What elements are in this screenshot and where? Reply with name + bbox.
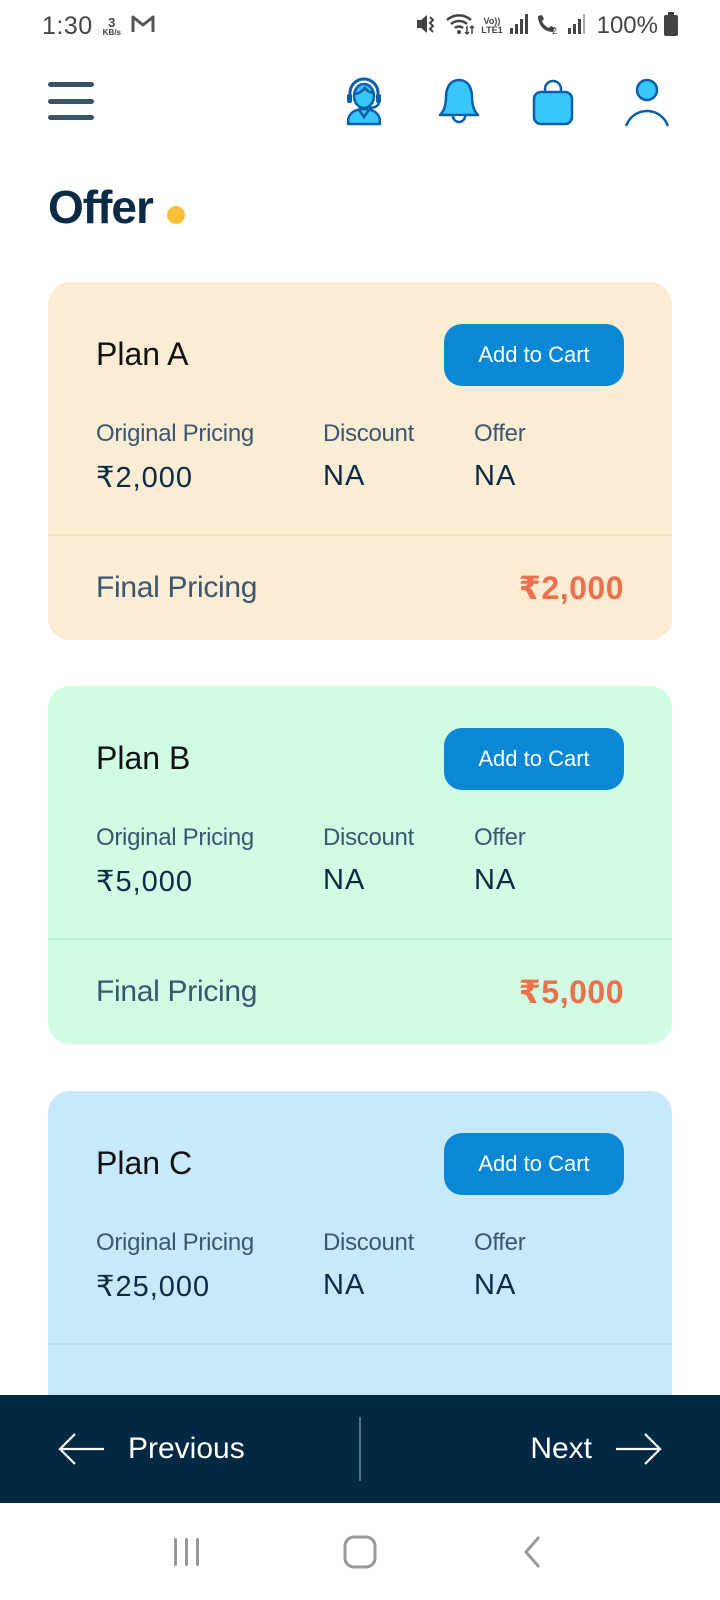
shopping-bag-icon[interactable] xyxy=(528,76,578,128)
plan-info: Original Pricing ₹5,000 Discount NA Offe… xyxy=(96,824,614,899)
clock: 1:30 xyxy=(42,11,93,40)
home-icon[interactable] xyxy=(330,1522,390,1582)
final-pricing-value: ₹5,000 xyxy=(518,974,624,1010)
previous-button[interactable]: Previous xyxy=(0,1395,359,1503)
wifi-calling-icon: 2 xyxy=(535,13,561,40)
plan-card-top: Plan C Add to Cart Original Pricing ₹25,… xyxy=(48,1091,672,1343)
offer-value: NA xyxy=(474,460,517,492)
gmail-icon xyxy=(131,14,155,39)
discount-label: Discount xyxy=(323,824,414,851)
offer-label: Offer xyxy=(474,1229,526,1256)
plan-name: Plan B xyxy=(96,740,191,776)
original-pricing: Original Pricing ₹5,000 xyxy=(96,824,323,899)
offer-label: Offer xyxy=(474,420,526,447)
next-label: Next xyxy=(530,1432,592,1465)
offer-label: Offer xyxy=(474,824,526,851)
status-right: Vo)) LTE1 2 100% xyxy=(415,11,678,41)
status-left: 1:30 3 KB/s xyxy=(42,12,155,41)
plan-name: Plan A xyxy=(96,336,189,372)
original-pricing-value: ₹25,000 xyxy=(96,1271,211,1303)
add-to-cart-button[interactable]: Add to Cart xyxy=(444,1133,624,1195)
plan-card-top: Plan A Add to Cart Original Pricing ₹2,0… xyxy=(48,282,672,534)
signal-sim1-icon xyxy=(509,13,529,40)
original-pricing: Original Pricing ₹25,000 xyxy=(96,1229,323,1304)
plan-name: Plan C xyxy=(96,1145,193,1181)
final-pricing-value: ₹2,000 xyxy=(518,570,624,606)
arrow-left-icon xyxy=(58,1432,106,1466)
offer: Offer NA xyxy=(474,420,614,495)
original-pricing-label: Original Pricing xyxy=(96,824,254,851)
plan-card-top: Plan B Add to Cart Original Pricing ₹5,0… xyxy=(48,686,672,938)
plan-card-b: Plan B Add to Cart Original Pricing ₹5,0… xyxy=(48,686,672,1044)
network-speed-unit: KB/s xyxy=(102,27,121,37)
bell-icon[interactable] xyxy=(434,76,484,128)
discount: Discount NA xyxy=(323,824,474,899)
battery-percent: 100% xyxy=(596,12,658,39)
discount-label: Discount xyxy=(323,420,414,447)
discount-value: NA xyxy=(323,460,366,492)
user-icon[interactable] xyxy=(622,76,672,128)
recent-apps-icon[interactable] xyxy=(157,1522,217,1582)
final-pricing-row: Final Pricing ₹2,000 xyxy=(48,536,672,640)
offer: Offer NA xyxy=(474,824,614,899)
previous-label: Previous xyxy=(128,1432,245,1465)
discount-value: NA xyxy=(323,1269,366,1301)
discount-label: Discount xyxy=(323,1229,414,1256)
wifi-icon xyxy=(445,12,475,41)
final-pricing-row: Final Pricing ₹5,000 xyxy=(48,940,672,1044)
add-to-cart-button[interactable]: Add to Cart xyxy=(444,728,624,790)
signal-sim2-icon xyxy=(567,13,587,40)
pager-bar: Previous Next xyxy=(0,1395,720,1503)
network-speed: 3 KB/s xyxy=(103,16,121,37)
system-navigation-bar xyxy=(0,1503,720,1600)
lte-label: LTE1 xyxy=(481,25,503,35)
plan-info: Original Pricing ₹2,000 Discount NA Offe… xyxy=(96,420,614,495)
offer-value: NA xyxy=(474,1269,517,1301)
page-title-text: Offer xyxy=(48,181,154,233)
original-pricing-label: Original Pricing xyxy=(96,1229,254,1256)
status-bar: 1:30 3 KB/s Vo)) LTE1 2 100% xyxy=(0,0,720,52)
final-pricing-label: Final Pricing xyxy=(96,571,258,604)
arrow-right-icon xyxy=(614,1432,662,1466)
add-to-cart-button[interactable]: Add to Cart xyxy=(444,324,624,386)
discount: Discount NA xyxy=(323,1229,474,1304)
back-icon[interactable] xyxy=(503,1522,563,1582)
plan-info: Original Pricing ₹25,000 Discount NA Off… xyxy=(96,1229,614,1304)
offer: Offer NA xyxy=(474,1229,614,1304)
mute-icon xyxy=(415,13,439,40)
original-pricing: Original Pricing ₹2,000 xyxy=(96,420,323,495)
app-header xyxy=(0,72,720,132)
plan-card-a: Plan A Add to Cart Original Pricing ₹2,0… xyxy=(48,282,672,640)
network-speed-value: 3 xyxy=(108,14,116,30)
discount-value: NA xyxy=(323,864,366,896)
offer-value: NA xyxy=(474,864,517,896)
page-title: Offer xyxy=(48,180,185,234)
title-dot xyxy=(166,206,185,224)
volte-indicator: Vo)) LTE1 xyxy=(481,17,502,35)
menu-icon[interactable] xyxy=(48,82,96,120)
original-pricing-label: Original Pricing xyxy=(96,420,254,447)
next-button[interactable]: Next xyxy=(361,1395,720,1503)
discount: Discount NA xyxy=(323,420,474,495)
final-pricing-label: Final Pricing xyxy=(96,975,258,1008)
battery-icon xyxy=(664,11,678,41)
original-pricing-value: ₹5,000 xyxy=(96,866,194,898)
customer-support-icon[interactable] xyxy=(339,76,389,128)
svg-text:2: 2 xyxy=(552,26,557,35)
original-pricing-value: ₹2,000 xyxy=(96,462,194,494)
